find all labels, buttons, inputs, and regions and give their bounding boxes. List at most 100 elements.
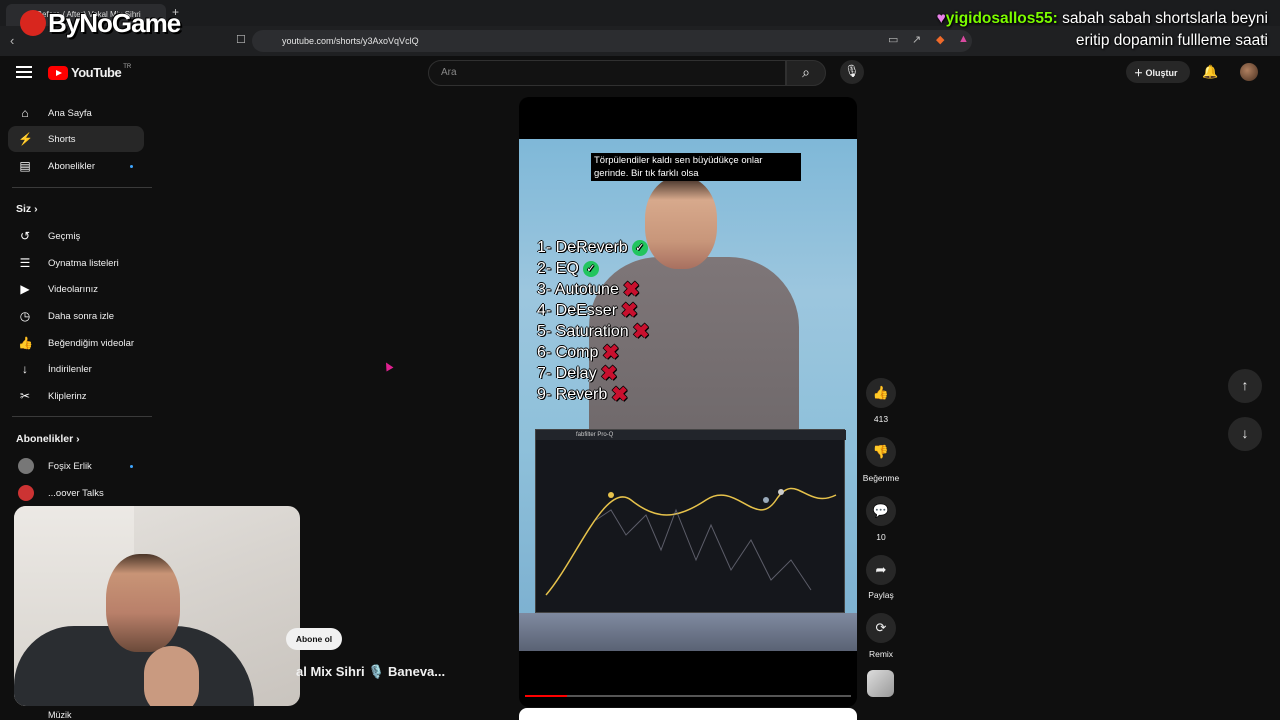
url-bar[interactable]: youtube.com/shorts/y3AxoVqVclQ xyxy=(252,30,972,52)
cross-icon: ✖ xyxy=(622,278,640,301)
mix-step-label: 4- DeEsser xyxy=(537,302,618,319)
notifications-bell-icon[interactable]: 🔔 xyxy=(1202,64,1218,80)
sidebar-item-label: Videolarınız xyxy=(48,284,98,295)
video-progress-bar[interactable] xyxy=(525,695,851,697)
chat-overlay: ♥yigidosallos55: sabah sabah shortslarla… xyxy=(937,8,1268,52)
sidebar-item-downloads[interactable]: ↓ İndirilenler xyxy=(8,356,144,382)
short-title[interactable]: al Mix Sihri 🎙️ Baneva... xyxy=(296,664,445,680)
mix-step-label: 7- Delay xyxy=(537,365,597,382)
sidebar-item-label: Ana Sayfa xyxy=(48,108,92,119)
sidebar-you-heading[interactable]: Siz › xyxy=(16,203,38,215)
mouse-cursor-icon xyxy=(382,360,394,372)
chat-message-1: sabah sabah shortslarla beyni xyxy=(1062,10,1268,27)
sidebar-item-history[interactable]: ↺ Geçmiş xyxy=(8,223,144,249)
subs-heading-label: Abonelikler xyxy=(16,433,74,445)
back-icon[interactable]: ‹ xyxy=(10,33,14,48)
webcam-person-head xyxy=(106,554,180,652)
video-progress-fill xyxy=(525,695,568,697)
video-lower-area xyxy=(519,613,857,651)
sidebar-item-watch-later[interactable]: ◷ Daha sonra izle xyxy=(8,303,144,329)
clips-icon: ✂ xyxy=(19,389,31,403)
sidebar-item-home[interactable]: ⌂ Ana Sayfa xyxy=(8,100,144,126)
search-icon: ⌕ xyxy=(802,64,810,80)
create-label: Oluştur xyxy=(1145,68,1178,78)
check-icon: ✓ xyxy=(582,260,599,277)
cast-icon[interactable]: ▭ xyxy=(888,33,898,46)
dislike-button[interactable]: 👎 xyxy=(866,437,896,467)
sidebar-item-playlists[interactable]: ☰ Oynatma listeleri xyxy=(8,250,144,276)
you-heading-label: Siz xyxy=(16,203,32,215)
sidebar-item-clips[interactable]: ✂ Kliplerinz xyxy=(8,383,144,409)
mix-step-label: 9- Reverb xyxy=(537,386,608,403)
sidebar-item-label: Oynatma listeleri xyxy=(48,258,119,269)
thumbs-down-icon: 👎 xyxy=(872,444,890,459)
sidebar-channel[interactable]: ...oover Talks xyxy=(8,480,144,506)
stream-logo-text: ByNoGame xyxy=(48,8,181,38)
stream-logo: ByNoGame xyxy=(20,8,181,39)
video-person-head xyxy=(645,177,717,269)
mix-step: 6- Comp ✖ xyxy=(537,342,649,363)
mix-step: 9- Reverb ✖ xyxy=(537,384,649,405)
previous-short-button[interactable]: ↑ xyxy=(1228,369,1262,403)
liked-icon: 👍 xyxy=(18,336,33,350)
yt-header: YouTube TR Ara ⌕ 🎙 ＋ Oluştur 🔔 xyxy=(0,56,1280,90)
search-button[interactable]: ⌕ xyxy=(786,60,826,86)
eq-plugin-window: fabfilter Pro-Q xyxy=(535,429,846,613)
remix-label: Remix xyxy=(868,649,894,659)
shorts-player[interactable]: Törpülendiler kaldı sen büyüdükçe onlar … xyxy=(519,97,857,707)
hamburger-menu-icon[interactable] xyxy=(16,66,32,78)
sidebar-item-music[interactable]: Müzik xyxy=(48,710,72,720)
next-short-button[interactable]: ↓ xyxy=(1228,417,1262,451)
like-count: 413 xyxy=(873,414,889,424)
subscriptions-icon: ▤ xyxy=(19,159,31,173)
account-avatar[interactable] xyxy=(1240,63,1258,81)
mix-step: 5- Saturation ✖ xyxy=(537,321,649,342)
search-input[interactable]: Ara xyxy=(428,60,786,86)
share-icon: ➦ xyxy=(875,562,887,577)
plugin-title: fabfilter Pro-Q xyxy=(536,430,846,440)
playlist-icon: ☰ xyxy=(19,256,31,270)
mix-step-label: 1- DeReverb xyxy=(537,239,628,256)
youtube-logo[interactable]: YouTube TR xyxy=(48,64,131,80)
sidebar-item-label: İndirilenler xyxy=(48,364,92,375)
sidebar-item-your-videos[interactable]: ▶ Videolarınız xyxy=(8,276,144,302)
sidebar-item-label: Geçmiş xyxy=(48,231,81,242)
mix-steps-list: 1- DeReverb ✓ 2- EQ ✓ 3- Autotune ✖ 4- DeEsser… xyxy=(537,237,649,405)
mix-step: 7- Delay ✖ xyxy=(537,363,649,384)
voice-search-button[interactable]: 🎙 xyxy=(840,60,864,84)
sidebar-item-shorts[interactable]: ⚡ Shorts xyxy=(8,126,144,152)
share-page-icon[interactable]: ↗ xyxy=(912,33,921,46)
video-caption: Törpülendiler kaldı sen büyüdükçe onlar … xyxy=(591,153,801,181)
history-icon: ↺ xyxy=(19,229,31,243)
share-button[interactable]: ➦ xyxy=(866,555,896,585)
sidebar-item-subscriptions[interactable]: ▤ Abonelikler xyxy=(8,153,144,179)
check-icon: ✓ xyxy=(631,239,648,256)
arrow-down-icon: ↓ xyxy=(1241,425,1249,441)
bookmark-icon[interactable]: ☐ xyxy=(236,33,246,46)
subscribe-button[interactable]: Abone ol xyxy=(286,628,342,650)
create-button[interactable]: ＋ Oluştur xyxy=(1126,61,1190,83)
share-label: Paylaş xyxy=(868,590,894,600)
next-short-preview[interactable] xyxy=(519,708,857,720)
thumbs-up-icon: 👍 xyxy=(872,385,890,400)
shorts-icon: ⚡ xyxy=(18,132,33,146)
sidebar-channel[interactable]: Foşix Erlik xyxy=(8,453,144,479)
video-frame[interactable]: Törpülendiler kaldı sen büyüdükçe onlar … xyxy=(519,139,857,651)
sidebar-item-label: Foşix Erlik xyxy=(48,461,92,472)
comments-button[interactable]: 💬 xyxy=(866,496,896,526)
sound-thumbnail[interactable] xyxy=(867,670,894,697)
sidebar-item-label: Abonelikler xyxy=(48,161,95,172)
like-button[interactable]: 👍 xyxy=(866,378,896,408)
download-icon: ↓ xyxy=(22,362,28,376)
mix-step: 4- DeEsser ✖ xyxy=(537,300,649,321)
remix-button[interactable]: ⟳ xyxy=(866,613,896,643)
cross-icon: ✖ xyxy=(611,383,629,406)
sidebar-subs-heading[interactable]: Abonelikler › xyxy=(16,433,80,445)
ball-icon xyxy=(20,10,46,37)
chat-message-2: eritip dopamin fullleme saati xyxy=(1075,32,1268,49)
sidebar-item-label: Kliplerinz xyxy=(48,391,87,402)
chat-line-1: ♥yigidosallos55: sabah sabah shortslarla… xyxy=(937,8,1268,30)
sidebar-item-liked[interactable]: 👍 Beğendiğim videolar xyxy=(8,330,144,356)
mix-step: 2- EQ ✓ xyxy=(537,258,649,279)
chat-username: yigidosallos55: xyxy=(945,10,1058,27)
